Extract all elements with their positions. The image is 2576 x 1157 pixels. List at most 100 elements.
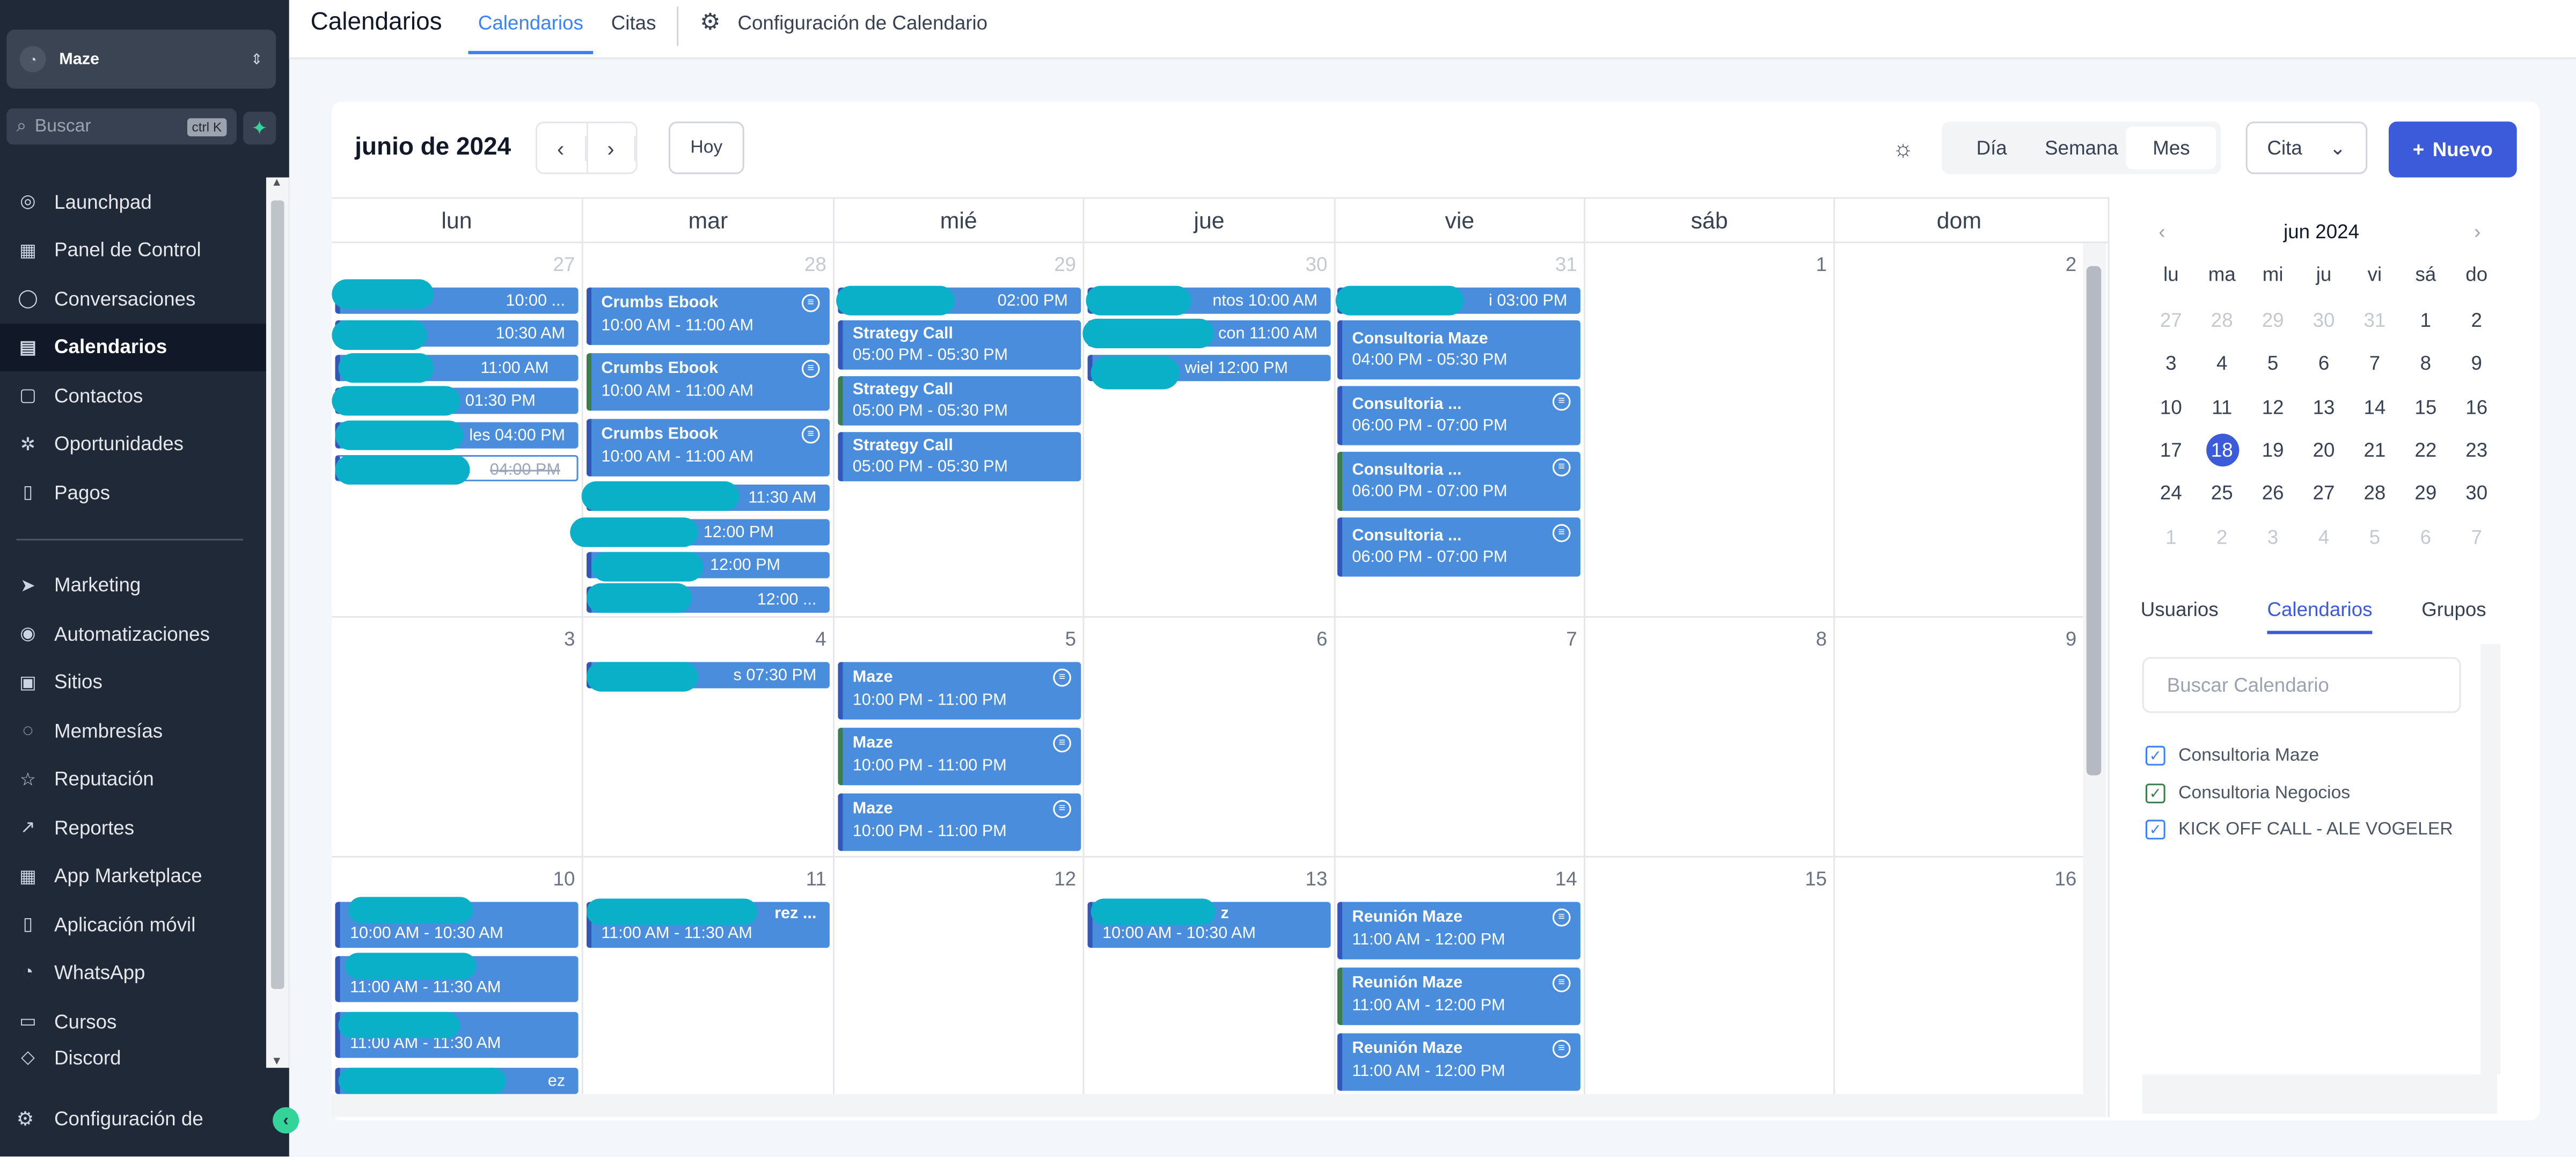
mini-day[interactable]: 28 bbox=[2350, 477, 2401, 509]
event-card[interactable]: Consultoria ... 06:00 PM - 07:00 PM ≡ bbox=[1337, 386, 1580, 445]
sidebar-item-marketing[interactable]: ➤ Marketing bbox=[0, 561, 266, 609]
quick-add-button[interactable]: ✦ bbox=[243, 112, 276, 145]
event-card[interactable]: Maze 10:00 PM - 11:00 PM ≡ bbox=[838, 728, 1081, 786]
sidebar-item-mobile-app[interactable]: ▯ Aplicación móvil bbox=[0, 900, 266, 949]
mini-day[interactable]: 13 bbox=[2299, 390, 2350, 423]
mini-day[interactable]: 24 bbox=[2146, 477, 2197, 509]
event-card[interactable]: Reunión Maze 11:00 AM - 12:00 PM ≡ bbox=[1337, 1033, 1580, 1091]
sidebar-item-whatsapp[interactable]: ◔ WhatsApp bbox=[0, 949, 266, 997]
day-number[interactable]: 4 bbox=[777, 627, 826, 650]
sidebar-item-reputation[interactable]: ☆ Reputación bbox=[0, 755, 266, 803]
grid-scrollbar-vertical[interactable] bbox=[2083, 243, 2106, 1094]
sidebar-item-memberships[interactable]: ◌ Membresías bbox=[0, 706, 266, 755]
mini-day[interactable]: 27 bbox=[2146, 304, 2197, 336]
grid-scrollbar-horizontal[interactable] bbox=[332, 1094, 2106, 1117]
event-card[interactable]: Strategy Call 05:00 PM - 05:30 PM bbox=[838, 376, 1081, 426]
today-button[interactable]: Hoy bbox=[668, 121, 744, 174]
event-card[interactable]: Crumbs Ebook 10:00 AM - 11:00 AM ≡ bbox=[586, 287, 830, 345]
mini-day[interactable]: 6 bbox=[2400, 520, 2451, 553]
filter-tab-groups[interactable]: Grupos bbox=[2421, 598, 2486, 621]
sidebar-search[interactable]: ⌕ Buscar ctrl K bbox=[6, 108, 237, 145]
day-number[interactable]: 15 bbox=[1777, 867, 1827, 890]
mini-day[interactable]: 7 bbox=[2451, 520, 2502, 553]
mini-day[interactable]: 30 bbox=[2299, 304, 2350, 336]
mini-day[interactable]: 9 bbox=[2451, 347, 2502, 380]
day-number[interactable]: 10 bbox=[526, 867, 575, 890]
event-card[interactable]: Maze 10:00 PM - 11:00 PM ≡ bbox=[838, 662, 1081, 720]
event-card[interactable]: Consultoria Maze 04:00 PM - 05:30 PM bbox=[1337, 320, 1580, 380]
calendar-filter-item[interactable]: ✓ Consultoria Maze bbox=[2145, 745, 2319, 766]
filter-tab-users[interactable]: Usuarios bbox=[2141, 598, 2219, 621]
mini-day[interactable]: 22 bbox=[2400, 434, 2451, 466]
mini-day[interactable]: 20 bbox=[2299, 434, 2350, 466]
day-number[interactable]: 9 bbox=[2028, 627, 2076, 650]
day-number[interactable]: 28 bbox=[777, 253, 826, 276]
day-number[interactable]: 27 bbox=[526, 253, 575, 276]
day-number[interactable]: 14 bbox=[1528, 867, 1577, 890]
event-card[interactable]: Maze 10:00 PM - 11:00 PM ≡ bbox=[838, 793, 1081, 851]
event-card[interactable]: Reunión Maze 11:00 AM - 12:00 PM ≡ bbox=[1337, 902, 1580, 960]
sidebar-item-opportunities[interactable]: ✲ Oportunidades bbox=[0, 420, 266, 468]
mini-day[interactable]: 5 bbox=[2350, 520, 2401, 553]
sidebar-item-contacts[interactable]: ▢ Contactos bbox=[0, 371, 266, 420]
prev-month-button[interactable]: ‹ bbox=[537, 123, 588, 173]
mini-day[interactable]: 26 bbox=[2248, 477, 2299, 509]
mini-next-button[interactable]: › bbox=[2474, 220, 2480, 243]
sidebar-settings[interactable]: ⚙ Configuración de bbox=[0, 1094, 289, 1144]
account-switcher[interactable]: ◔ Maze ⇕ bbox=[6, 30, 276, 89]
sidebar-item-discord[interactable]: ◇ Discord bbox=[0, 1045, 266, 1065]
mini-day[interactable]: 16 bbox=[2451, 390, 2502, 423]
sidebar-scroll-thumb[interactable] bbox=[271, 200, 284, 989]
filter-scrollbar-horizontal[interactable] bbox=[2142, 1074, 2498, 1114]
view-week-button[interactable]: Semana bbox=[2037, 127, 2126, 170]
mini-day[interactable]: 29 bbox=[2400, 477, 2451, 509]
mini-day[interactable]: 17 bbox=[2146, 434, 2197, 466]
sidebar-item-sites[interactable]: ▣ Sitios bbox=[0, 658, 266, 706]
sidebar-item-automations[interactable]: ◉ Automatizaciones bbox=[0, 610, 266, 658]
mini-day[interactable]: 10 bbox=[2146, 390, 2197, 423]
day-number[interactable]: 16 bbox=[2028, 867, 2076, 890]
sidebar-item-conversations[interactable]: ◯ Conversaciones bbox=[0, 274, 266, 323]
day-number[interactable]: 13 bbox=[1278, 867, 1328, 890]
mini-day[interactable]: 14 bbox=[2350, 390, 2401, 423]
mini-day[interactable]: 8 bbox=[2400, 347, 2451, 380]
day-number[interactable]: 3 bbox=[526, 627, 575, 650]
mini-day[interactable]: 4 bbox=[2197, 347, 2248, 380]
filter-tab-calendars[interactable]: Calendarios bbox=[2267, 598, 2373, 634]
day-number[interactable]: 11 bbox=[777, 867, 826, 890]
mini-day[interactable]: 6 bbox=[2299, 347, 2350, 380]
mini-day[interactable]: 1 bbox=[2400, 304, 2451, 336]
grid-scroll-thumb[interactable] bbox=[2086, 266, 2102, 775]
sidebar-item-courses[interactable]: ▭ Cursos bbox=[0, 997, 266, 1045]
event-card[interactable]: Consultoria ... 06:00 PM - 07:00 PM ≡ bbox=[1337, 451, 1580, 511]
mini-day[interactable]: 31 bbox=[2350, 304, 2401, 336]
event-card[interactable]: Strategy Call 05:00 PM - 05:30 PM bbox=[838, 432, 1081, 481]
sidebar-item-marketplace[interactable]: ▦ App Marketplace bbox=[0, 852, 266, 900]
mini-day[interactable]: 23 bbox=[2451, 434, 2502, 466]
mini-day[interactable]: 15 bbox=[2400, 390, 2451, 423]
mini-day[interactable]: 3 bbox=[2146, 347, 2197, 380]
mini-day[interactable]: 4 bbox=[2299, 520, 2350, 553]
calendar-filter-item[interactable]: ✓ Consultoria Negocios bbox=[2145, 783, 2350, 803]
mini-day[interactable]: 2 bbox=[2451, 304, 2502, 336]
day-number[interactable]: 12 bbox=[1027, 867, 1076, 890]
mini-day[interactable]: 5 bbox=[2248, 347, 2299, 380]
tab-calendarios[interactable]: Calendarios bbox=[468, 11, 594, 55]
sidebar-item-reports[interactable]: ↗ Reportes bbox=[0, 803, 266, 852]
day-number[interactable]: 6 bbox=[1278, 627, 1327, 650]
sidebar-scrollbar[interactable]: ▲ ▼ bbox=[266, 177, 289, 1068]
day-number[interactable]: 8 bbox=[1777, 627, 1827, 650]
calendar-filter-item[interactable]: ✓ KICK OFF CALL - ALE VOGELER bbox=[2145, 819, 2453, 840]
checkbox-checked-icon[interactable]: ✓ bbox=[2145, 783, 2165, 803]
type-select[interactable]: Cita ⌄ bbox=[2245, 121, 2368, 174]
gear-icon[interactable]: ⚙ bbox=[700, 8, 720, 36]
event-card[interactable]: Strategy Call 05:00 PM - 05:30 PM bbox=[838, 320, 1081, 370]
mini-day[interactable]: 27 bbox=[2299, 477, 2350, 509]
lightbulb-icon[interactable]: ☼ bbox=[1893, 135, 1914, 161]
sidebar-item-payments[interactable]: ▯ Pagos bbox=[0, 468, 266, 516]
day-number[interactable]: 31 bbox=[1528, 253, 1577, 276]
sidebar-item-launchpad[interactable]: ◎ Launchpad bbox=[0, 178, 266, 226]
checkbox-checked-icon[interactable]: ✓ bbox=[2145, 745, 2165, 766]
checkbox-checked-icon[interactable]: ✓ bbox=[2145, 819, 2165, 840]
mini-day[interactable]: 1 bbox=[2146, 520, 2197, 553]
